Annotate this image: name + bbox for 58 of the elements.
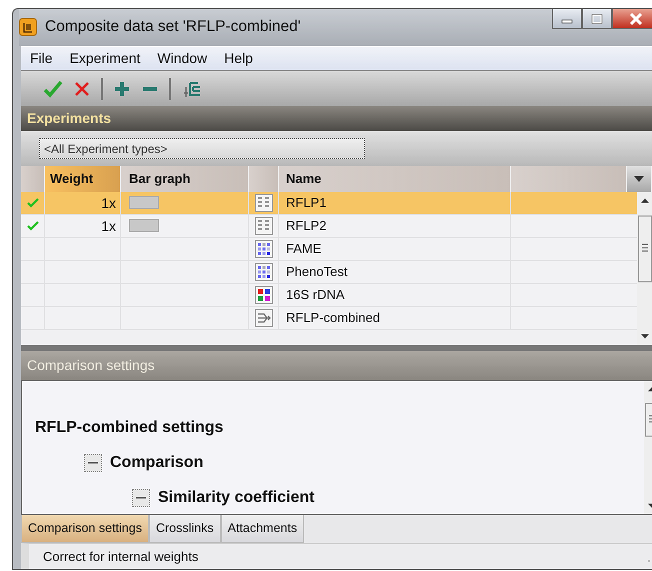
tab[interactable]: Crosslinks <box>148 514 221 544</box>
bands-icon <box>254 194 272 212</box>
minus-icon <box>136 496 146 500</box>
maximize-icon <box>591 14 603 24</box>
close-icon <box>629 12 643 24</box>
collapse-button[interactable] <box>132 489 150 508</box>
delete-icon[interactable] <box>73 80 91 98</box>
app-icon <box>19 18 37 36</box>
tree-item[interactable]: Comparison <box>110 454 204 472</box>
dropdown-arrow-icon <box>633 174 645 183</box>
minus-icon <box>88 461 98 466</box>
column-header <box>21 166 45 192</box>
menu-item[interactable]: File <box>21 50 61 66</box>
check-icon[interactable] <box>26 220 38 231</box>
tab[interactable]: Attachments <box>220 514 304 544</box>
table-row[interactable]: FAME <box>21 238 637 261</box>
maximize-button[interactable] <box>582 9 612 29</box>
tab[interactable]: Comparison settings <box>21 514 149 544</box>
table-row[interactable]: 16S rDNA <box>21 284 637 307</box>
table-row[interactable]: RFLP-combined <box>21 306 637 330</box>
column-header <box>249 166 279 192</box>
tree-item[interactable]: RFLP-combined settings <box>35 419 224 438</box>
table-row[interactable]: 1x RFLP2 <box>21 214 637 238</box>
experiment-type-dropdown[interactable]: <All Experiment types> <box>39 138 365 159</box>
minimize-button[interactable] <box>552 9 582 29</box>
combine-icon <box>254 308 272 327</box>
experiment-name: RFLP2 <box>286 218 326 234</box>
column-header[interactable]: Name <box>279 166 511 192</box>
window-title: Composite data set 'RFLP-combined' <box>45 18 301 36</box>
plus-icon[interactable] <box>113 80 131 98</box>
weight-value: 1x <box>101 194 116 211</box>
table-row[interactable]: 1x RFLP1 <box>21 192 637 215</box>
experiment-name: RFLP1 <box>286 195 326 210</box>
column-header[interactable]: Weight <box>45 166 121 192</box>
sequence-icon <box>254 286 272 304</box>
check-icon[interactable] <box>43 80 63 98</box>
menu-item[interactable]: Help <box>215 50 261 66</box>
panel-title: Experiments <box>21 106 652 131</box>
bands-icon <box>254 216 272 235</box>
column-header[interactable]: Bar graph <box>121 166 249 192</box>
check-icon[interactable] <box>26 198 38 208</box>
close-button[interactable] <box>612 9 652 29</box>
menu-item[interactable]: Experiment <box>60 50 148 66</box>
grid-icon <box>254 262 272 281</box>
status-text: Correct for internal weights <box>43 549 198 564</box>
experiment-name: RFLP-combined <box>286 310 380 326</box>
column-menu-button[interactable] <box>627 166 651 192</box>
table-row[interactable]: PhenoTest <box>21 260 637 284</box>
scrollbar[interactable] <box>637 192 652 345</box>
weight-value: 1x <box>101 218 116 234</box>
menu-item[interactable]: Window <box>148 50 216 66</box>
experiment-name: 16S rDNA <box>286 287 345 302</box>
collapse-button[interactable] <box>84 454 102 472</box>
grid-icon <box>254 240 272 258</box>
tree-item[interactable]: Similarity coefficient <box>158 489 314 508</box>
experiment-name: FAME <box>286 241 322 256</box>
panel-title: Comparison settings <box>21 350 652 380</box>
experiment-name: PhenoTest <box>286 264 348 280</box>
